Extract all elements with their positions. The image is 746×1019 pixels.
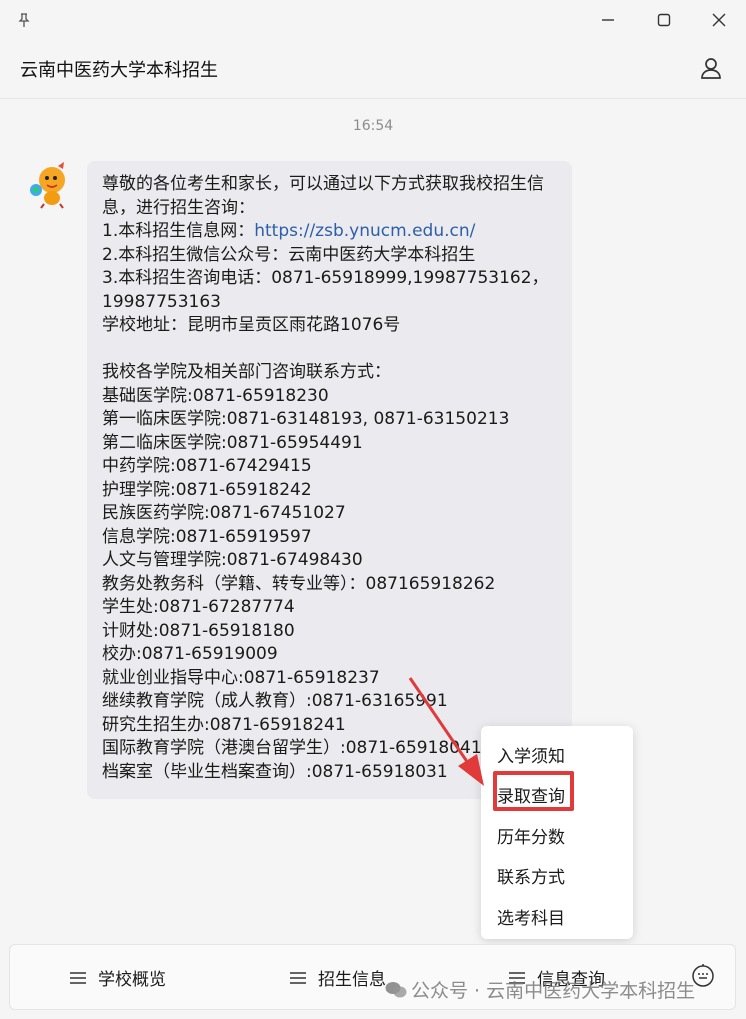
- contact-line: 第一临床医学院:0871-63148193, 0871-63150213: [102, 409, 510, 429]
- contact-list: 基础医学院:0871-65918230 第一临床医学院:0871-63148193…: [102, 385, 564, 785]
- menu-item-subjects[interactable]: 选考科目: [497, 904, 565, 929]
- message-text: 3.本科招生咨询电话：0871-65918999,19987753162，: [102, 268, 549, 288]
- message-text: 2.本科招生微信公众号：云南中医药大学本科招生: [102, 244, 476, 265]
- message-bubble: 尊敬的各位考生和家长，可以通过以下方式获取我校招生信 息，进行招生咨询： 1.本…: [87, 161, 572, 799]
- bottom-menu-admission-info[interactable]: 招生信息: [290, 965, 386, 990]
- contact-line: 学生处:0871-67287774: [102, 597, 295, 617]
- minimize-icon[interactable]: [594, 6, 622, 34]
- contact-line: 信息学院:0871-65919597: [102, 526, 312, 547]
- menu-item-past-scores[interactable]: 历年分数: [497, 823, 565, 848]
- menu-item-admission-notice[interactable]: 入学须知: [497, 742, 565, 767]
- close-icon[interactable]: [705, 6, 733, 34]
- contact-line: 人文与管理学院:0871-67498430: [102, 550, 363, 570]
- page-title: 云南中医药大学本科招生: [20, 60, 218, 81]
- contact-line: 第二临床医学院:0871-65954491: [102, 432, 363, 453]
- message-text: 19987753163: [102, 291, 221, 312]
- avatar: [22, 160, 72, 210]
- menu-icon: [70, 971, 86, 984]
- menu-item-contact[interactable]: 联系方式: [497, 863, 565, 888]
- contact-line: 民族医药学院:0871-67451027: [102, 503, 346, 523]
- message-text: 我校各学院及相关部门咨询联系方式：: [102, 362, 391, 382]
- contact-line: 继续教育学院（成人教育）:0871-63165991: [102, 691, 448, 711]
- contact-line: 中药学院:0871-67429415: [102, 456, 312, 476]
- watermark-text: 公众号 · 云南中医药大学本科招生: [411, 980, 696, 1002]
- message-text: 息，进行招生咨询：: [102, 197, 255, 218]
- pin-icon[interactable]: [10, 6, 38, 34]
- contact-line: 就业创业指导中心:0871-65918237: [102, 667, 380, 688]
- contact-line: 教务处教务科（学籍、转专业等）：087165918262: [102, 573, 496, 594]
- bottom-menu-label: 学校概览: [98, 970, 166, 990]
- message-text: 尊敬的各位考生和家长，可以通过以下方式获取我校招生信: [102, 174, 544, 194]
- user-icon[interactable]: [698, 55, 724, 81]
- menu-icon: [290, 971, 306, 984]
- watermark: 公众号 · 云南中医药大学本科招生: [385, 976, 695, 1003]
- contact-line: 计财处:0871-65918180: [102, 620, 295, 641]
- contact-line: 护理学院:0871-65918242: [102, 479, 312, 500]
- highlight-box: [493, 771, 574, 811]
- popup-menu: 入学须知 录取查询 历年分数 联系方式 选考科目: [481, 726, 633, 939]
- message-item-website: 1.本科招生信息网：https://zsb.ynucm.edu.cn/: [102, 220, 564, 244]
- contact-line: 基础医学院:0871-65918230: [102, 385, 329, 406]
- chat-header: 云南中医药大学本科招生: [0, 40, 746, 99]
- message-text: 1.本科招生信息网：: [102, 221, 255, 241]
- message-text: 学校地址：昆明市呈贡区雨花路1076号: [102, 315, 401, 335]
- bottom-menu-school-overview[interactable]: 学校概览: [70, 965, 166, 990]
- website-link[interactable]: https://zsb.ynucm.edu.cn/: [254, 221, 475, 241]
- title-bar: [0, 0, 746, 40]
- message-timestamp: 16:54: [352, 118, 394, 134]
- wechat-icon: [385, 981, 407, 997]
- contact-line: 校办:0871-65919009: [102, 644, 278, 664]
- maximize-icon[interactable]: [650, 6, 678, 34]
- bottom-menu-label: 招生信息: [318, 970, 386, 990]
